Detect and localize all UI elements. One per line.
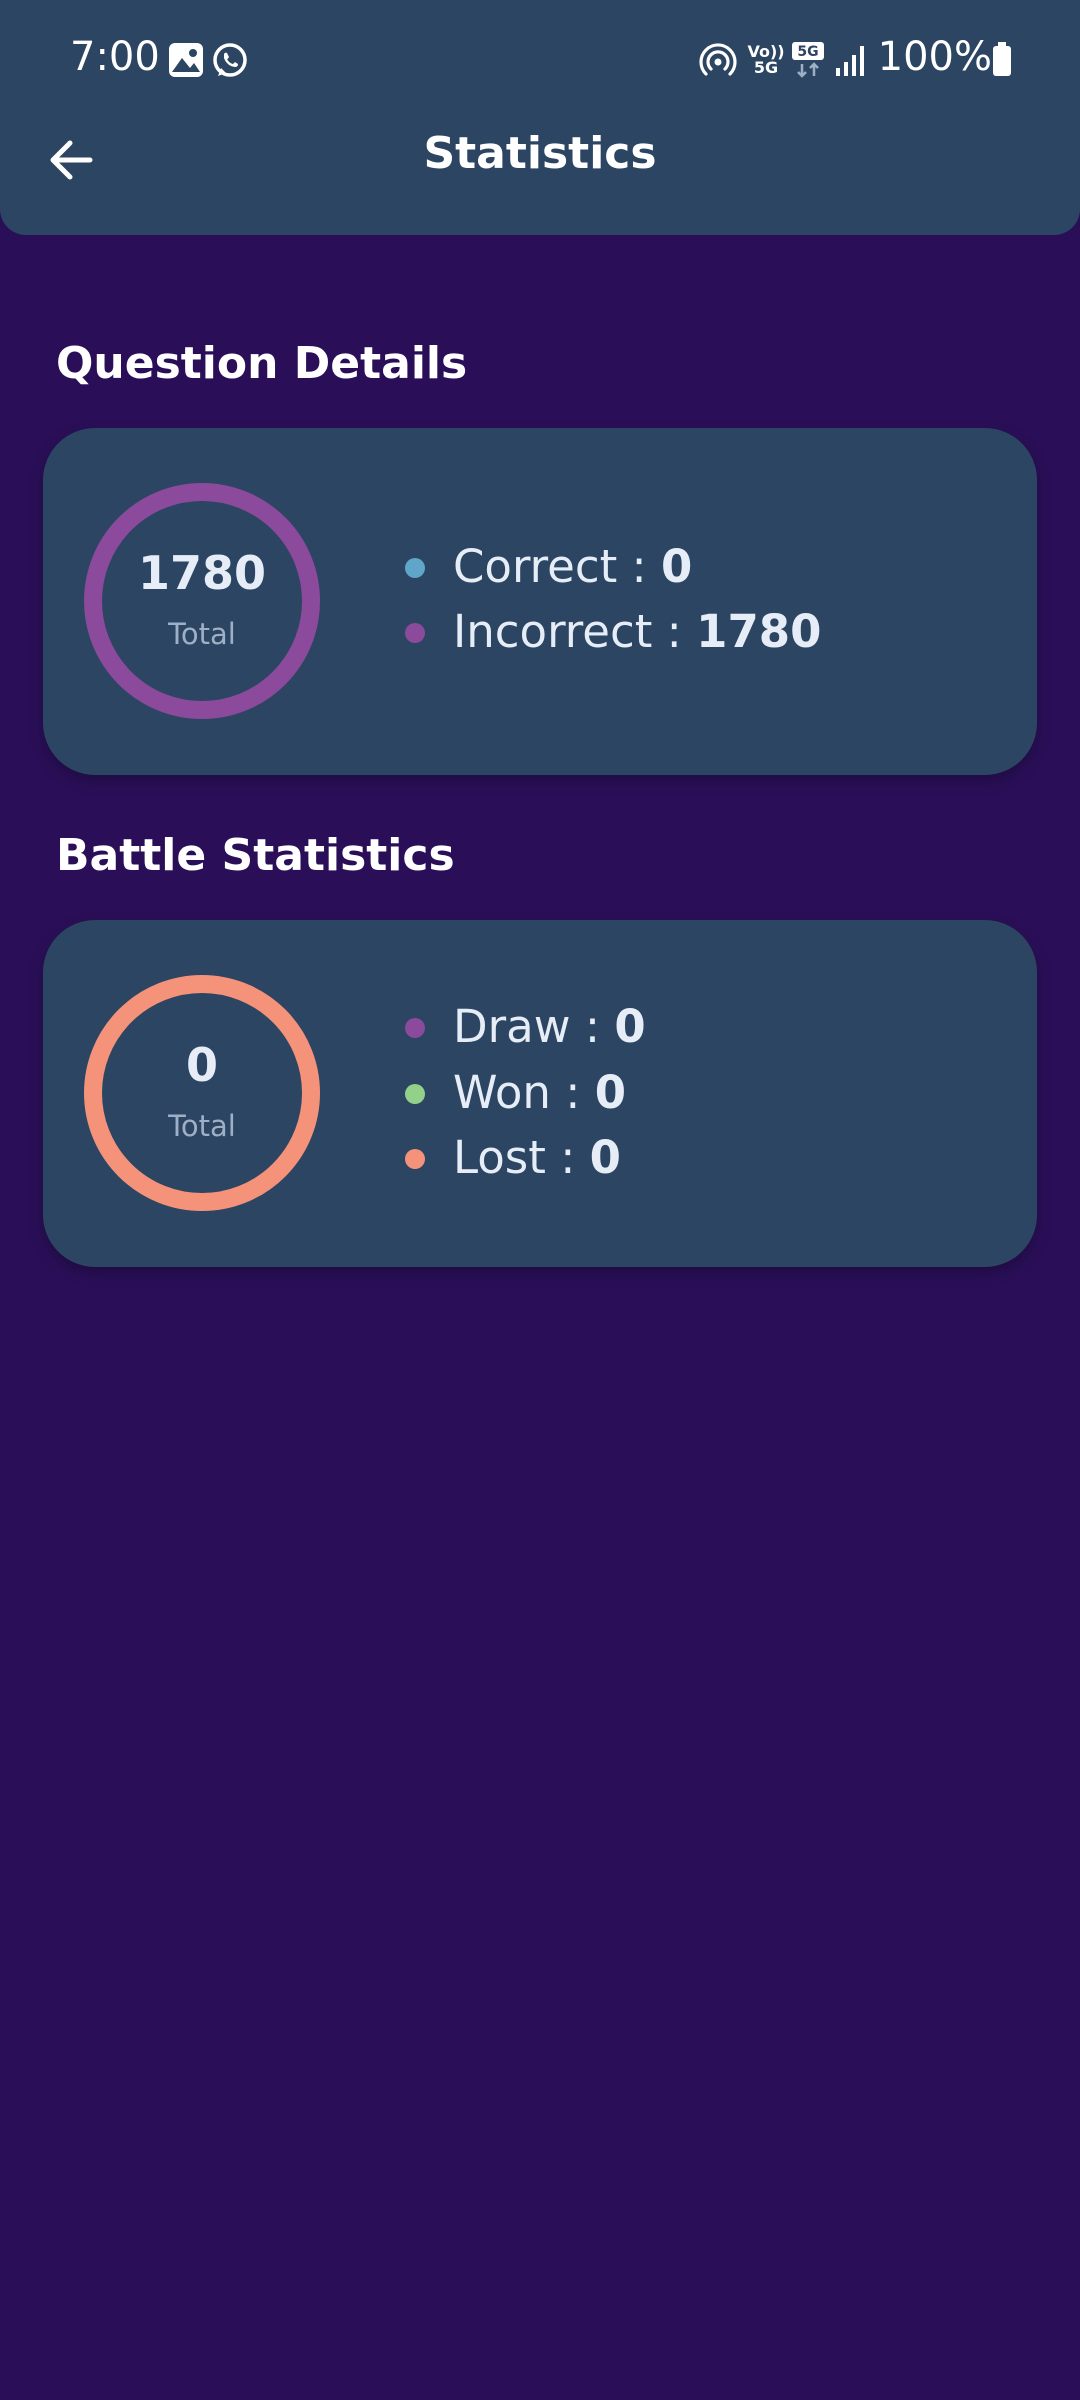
battery-icon [993, 42, 1011, 76]
status-bar: 7:00 Vo)) 5G 5G 100% [0, 0, 1080, 120]
question-details-card: 1780 Total Correct : 0 Incorrect : 1780 [43, 428, 1037, 775]
battle-statistics-card: 0 Total Draw : 0 Won : 0 Lost : 0 [43, 920, 1037, 1267]
question-total-value: 1780 [137, 546, 267, 600]
legend-label: Correct : [453, 540, 662, 593]
question-ring-incorrect [84, 483, 320, 719]
incorrect-dot-icon [405, 623, 425, 643]
legend-value: 1780 [696, 605, 822, 658]
legend-value: 0 [661, 540, 693, 593]
correct-dot-icon [405, 558, 425, 578]
legend-label: Draw : [453, 1000, 615, 1053]
question-total-label: Total [168, 617, 236, 651]
battle-total-value: 0 [185, 1038, 218, 1092]
volte-icon: Vo)) 5G [747, 42, 785, 77]
legend-value: 0 [594, 1066, 626, 1119]
whatsapp-icon [213, 43, 247, 77]
battle-donut-chart [84, 975, 320, 1211]
svg-text:5G: 5G [797, 44, 818, 60]
battle-ring [84, 975, 320, 1211]
page-title: Statistics [423, 128, 657, 179]
hotspot-icon [699, 43, 737, 76]
battle-total-label: Total [168, 1109, 236, 1143]
battery-percentage: 100% [877, 34, 992, 80]
status-time: 7:00 [70, 34, 160, 80]
5g-icon: 5G [792, 42, 824, 78]
lost-dot-icon [405, 1149, 425, 1169]
battle-statistics-heading: Battle Statistics [56, 830, 455, 881]
signal-icon [836, 46, 864, 76]
app-bar: 7:00 Vo)) 5G 5G 100% Statistics [0, 0, 1080, 235]
draw-dot-icon [405, 1018, 425, 1038]
legend-label: Incorrect : [453, 605, 697, 658]
won-dot-icon [405, 1084, 425, 1104]
legend-label: Lost : [453, 1131, 590, 1184]
legend-label: Won : [453, 1066, 595, 1119]
legend-value: 0 [614, 1000, 646, 1053]
gallery-icon [169, 43, 203, 77]
legend-value: 0 [589, 1131, 621, 1184]
question-details-heading: Question Details [56, 338, 468, 389]
question-donut-chart [84, 483, 320, 719]
